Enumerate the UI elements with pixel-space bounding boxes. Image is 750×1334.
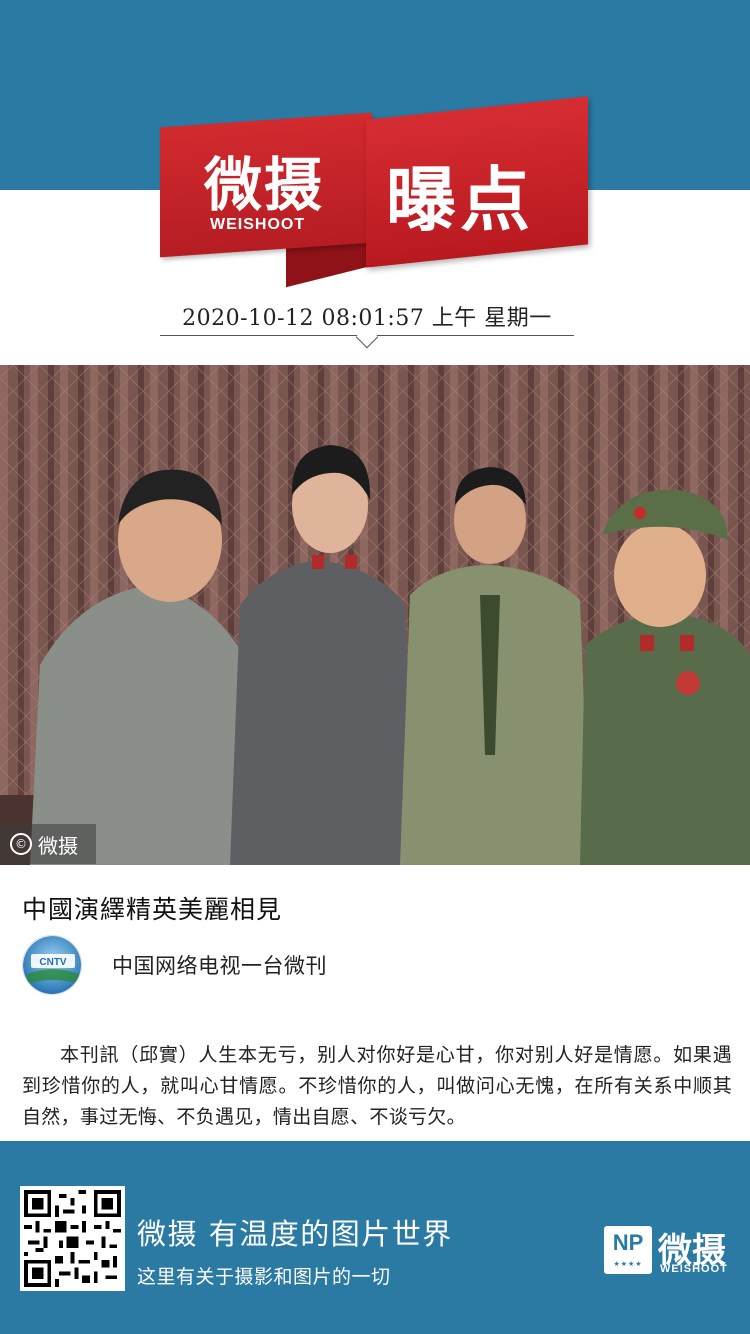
watermark-text: 微摄	[38, 833, 78, 858]
footer-slogan: 微摄 有温度的图片世界	[137, 1217, 453, 1251]
logo-subtitle: WEISHOOT	[210, 216, 306, 233]
footer: 微摄 有温度的图片世界 这里有关于摄影和图片的一切 NP ★★★★ 微摄 WEI…	[0, 1141, 750, 1334]
footer-brand-sub: WEISHOOT	[660, 1263, 728, 1275]
cntv-logo-text: CNTV	[39, 957, 67, 968]
logo-title: 微摄	[204, 151, 325, 219]
qr-code-icon	[24, 1190, 121, 1287]
main-photo[interactable]	[0, 365, 750, 865]
np-stars: ★★★★	[613, 1260, 643, 1268]
logo-tag: 曝点	[386, 159, 534, 241]
weishoot-logo: 微摄 WEISHOOT 曝点	[160, 96, 590, 288]
np-logo-icon: NP ★★★★	[604, 1226, 652, 1274]
article-title: 中國演繹精英美麗相見	[22, 895, 283, 924]
cntv-logo[interactable]: CNTV	[22, 935, 82, 995]
cntv-globe-icon: CNTV	[23, 936, 81, 994]
photo-watermark: © 微摄	[0, 824, 96, 864]
np-logo-text: NP	[612, 1230, 644, 1255]
datetime-row: 2020-10-12 08:01:57 上午 星期一	[160, 300, 574, 349]
author-name[interactable]: 中国网络电视一台微刊	[112, 950, 327, 980]
article-body: 本刊訊（邱實）人生本无亏，别人对你好是心甘，你对别人好是情愿。如果遇到珍惜你的人…	[22, 1044, 732, 1128]
qr-code[interactable]	[20, 1186, 125, 1291]
footer-subline: 这里有关于摄影和图片的一切	[137, 1266, 391, 1288]
copyright-icon: ©	[10, 833, 32, 855]
photo-illustration	[0, 365, 750, 865]
